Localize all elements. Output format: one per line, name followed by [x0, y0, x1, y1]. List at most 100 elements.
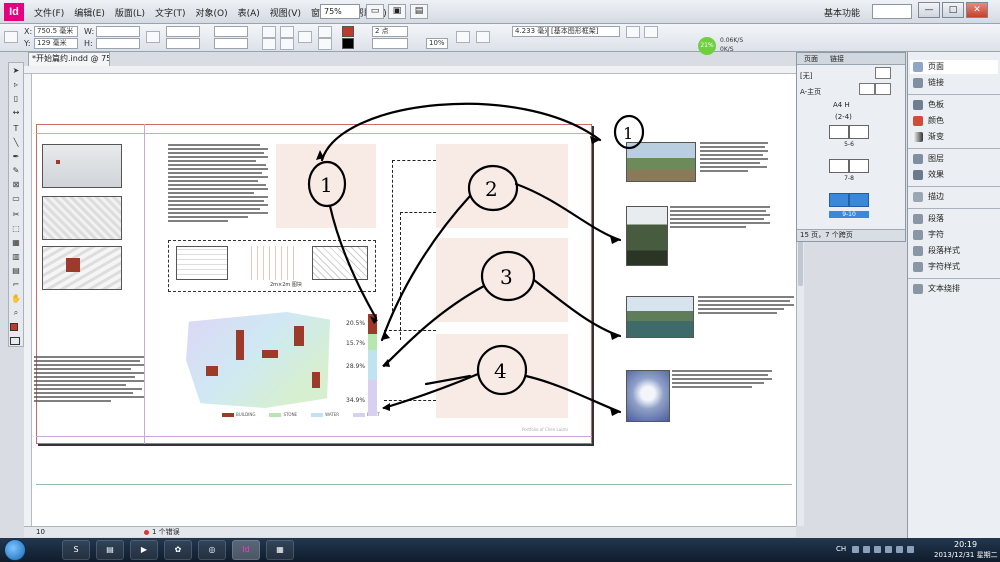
pen-tool-icon[interactable]: ✒	[10, 151, 22, 163]
constrain-proportions-icon[interactable]	[146, 31, 160, 43]
menu-table[interactable]: 表(A)	[234, 5, 264, 20]
tray-help-icon[interactable]	[863, 546, 870, 553]
type-tool-icon[interactable]: T	[10, 123, 22, 135]
preflight-status[interactable]: 1 个错误	[152, 527, 180, 537]
a-master-label[interactable]: A-主页	[800, 87, 821, 97]
pavilion-photo[interactable]	[626, 142, 696, 182]
opacity-input[interactable]: 10%	[426, 38, 448, 49]
spread-thumb-9-left[interactable]	[829, 193, 849, 207]
clock-time[interactable]: 20:19	[954, 540, 977, 549]
spread-thumb-7-left[interactable]	[829, 159, 849, 173]
input-language-indicator[interactable]: CH	[836, 545, 846, 553]
stroke-color-swatch[interactable]	[342, 38, 354, 49]
rectangle-frame-tool-icon[interactable]: ⊠	[10, 179, 22, 191]
reference-point-icon[interactable]	[4, 31, 18, 43]
spread-thumb-9-right[interactable]	[849, 193, 869, 207]
content-panel-2[interactable]	[436, 144, 568, 228]
corner-size-input[interactable]: 4.233 毫米	[512, 26, 548, 37]
a-master-thumb-left[interactable]	[859, 83, 875, 95]
workspace-switcher[interactable]: 基本功能	[824, 6, 860, 19]
maximize-button[interactable]: □	[942, 2, 964, 18]
taskbar-folder-icon[interactable]: ▤	[96, 540, 124, 560]
panel-color[interactable]: 颜色	[910, 114, 998, 128]
panel-character[interactable]: 字符	[910, 228, 998, 242]
direct-selection-tool-icon[interactable]: ▹	[10, 79, 22, 91]
eyedropper-tool-icon[interactable]: ⌐	[10, 279, 22, 291]
waterscape-photo[interactable]	[626, 296, 694, 338]
line-tool-icon[interactable]: ╲	[10, 137, 22, 149]
menu-type[interactable]: 文字(T)	[151, 5, 190, 20]
panel-paragraph-styles[interactable]: 段落样式	[910, 244, 998, 258]
flip-vertical-icon[interactable]	[280, 38, 294, 50]
scissors-tool-icon[interactable]: ✂	[10, 209, 22, 221]
tray-volume-icon[interactable]	[907, 546, 914, 553]
help-search-input[interactable]	[872, 4, 912, 19]
scale-y-input[interactable]	[166, 38, 200, 49]
taskbar-notes-icon[interactable]: ▦	[266, 540, 294, 560]
world-map-figure[interactable]	[42, 144, 122, 188]
screen-mode-icon[interactable]: ▣	[388, 4, 406, 19]
content-panel-3[interactable]	[436, 238, 568, 322]
height-input[interactable]	[96, 38, 140, 49]
tray-keyboard-icon[interactable]	[852, 546, 859, 553]
panel-links[interactable]: 链接	[910, 76, 998, 90]
zoom-tool-icon[interactable]: ⌕	[10, 307, 22, 319]
flip-horizontal-icon[interactable]	[280, 26, 294, 38]
menu-file[interactable]: 文件(F)	[30, 5, 68, 20]
screen-mode-tool-icon[interactable]	[10, 337, 20, 345]
tray-security-icon[interactable]	[874, 546, 881, 553]
menu-edit[interactable]: 编辑(E)	[70, 5, 109, 20]
gradient-feather-tool-icon[interactable]: ▥	[10, 251, 22, 263]
panel-gradient[interactable]: 渐变	[910, 130, 998, 144]
clock-date[interactable]: 2013/12/31 星期二	[934, 550, 998, 560]
select-content-icon[interactable]	[318, 38, 332, 50]
horizontal-ruler[interactable]	[24, 66, 796, 74]
site-map-figure-1[interactable]	[42, 196, 122, 240]
content-panel-1[interactable]	[276, 144, 376, 228]
minimize-button[interactable]: —	[918, 2, 940, 18]
panel-text-wrap[interactable]: 文本绕排	[910, 282, 998, 296]
panel-pages[interactable]: 页面	[910, 60, 998, 74]
taskbar-indesign-icon[interactable]: Id	[232, 540, 260, 560]
none-master-thumb[interactable]	[875, 67, 891, 79]
select-container-icon[interactable]	[318, 26, 332, 38]
x-position-input[interactable]: 750.5 毫米	[34, 26, 78, 37]
panel-paragraph[interactable]: 段落	[910, 212, 998, 226]
gap-tool-icon[interactable]: ↔	[10, 107, 22, 119]
panel-effects[interactable]: 效果	[910, 168, 998, 182]
fill-swatch-icon[interactable]	[10, 323, 18, 331]
rotate-ccw-icon[interactable]	[262, 38, 276, 50]
spread-label-9-10[interactable]: 9-10	[829, 211, 869, 218]
spread-label-7-8[interactable]: 7-8	[829, 175, 869, 182]
panel-stroke[interactable]: 描边	[910, 190, 998, 204]
spread-thumb-5-right[interactable]	[849, 125, 869, 139]
tray-network-icon[interactable]	[896, 546, 903, 553]
arrange-documents-icon[interactable]: ▤	[410, 4, 428, 19]
garden-plan-map[interactable]	[186, 312, 330, 408]
panel-character-styles[interactable]: 字符样式	[910, 260, 998, 274]
spread-thumb-7-right[interactable]	[849, 159, 869, 173]
y-position-input[interactable]: 129 毫米	[34, 38, 78, 49]
none-master-label[interactable]: [无]	[800, 71, 812, 81]
rotate-cw-icon[interactable]	[262, 26, 276, 38]
site-map-figure-2[interactable]	[42, 246, 122, 290]
view-options-icon[interactable]: ▭	[366, 4, 384, 19]
start-button[interactable]	[4, 539, 26, 561]
gradient-tool-icon[interactable]: ▦	[10, 237, 22, 249]
stroke-weight-input[interactable]: 2 点	[372, 26, 408, 37]
tray-flag-icon[interactable]	[885, 546, 892, 553]
spread-label-5-6[interactable]: 5-6	[829, 141, 869, 148]
plum-blossom-photo[interactable]	[626, 370, 670, 422]
close-button[interactable]: ✕	[966, 2, 988, 18]
reference-icon[interactable]	[298, 31, 312, 43]
fit-frame-icon[interactable]	[644, 26, 658, 38]
stroke-type-select[interactable]	[372, 38, 408, 49]
note-tool-icon[interactable]: ▤	[10, 265, 22, 277]
selection-tool-icon[interactable]: ➤	[10, 65, 22, 77]
object-style-select[interactable]: [基本图形框架]	[548, 26, 620, 37]
pencil-tool-icon[interactable]: ✎	[10, 165, 22, 177]
rectangle-tool-icon[interactable]: ▭	[10, 193, 22, 205]
menu-layout[interactable]: 版面(L)	[111, 5, 149, 20]
text-wrap-icon[interactable]	[476, 31, 490, 43]
page-number-field[interactable]: 10	[36, 527, 45, 537]
